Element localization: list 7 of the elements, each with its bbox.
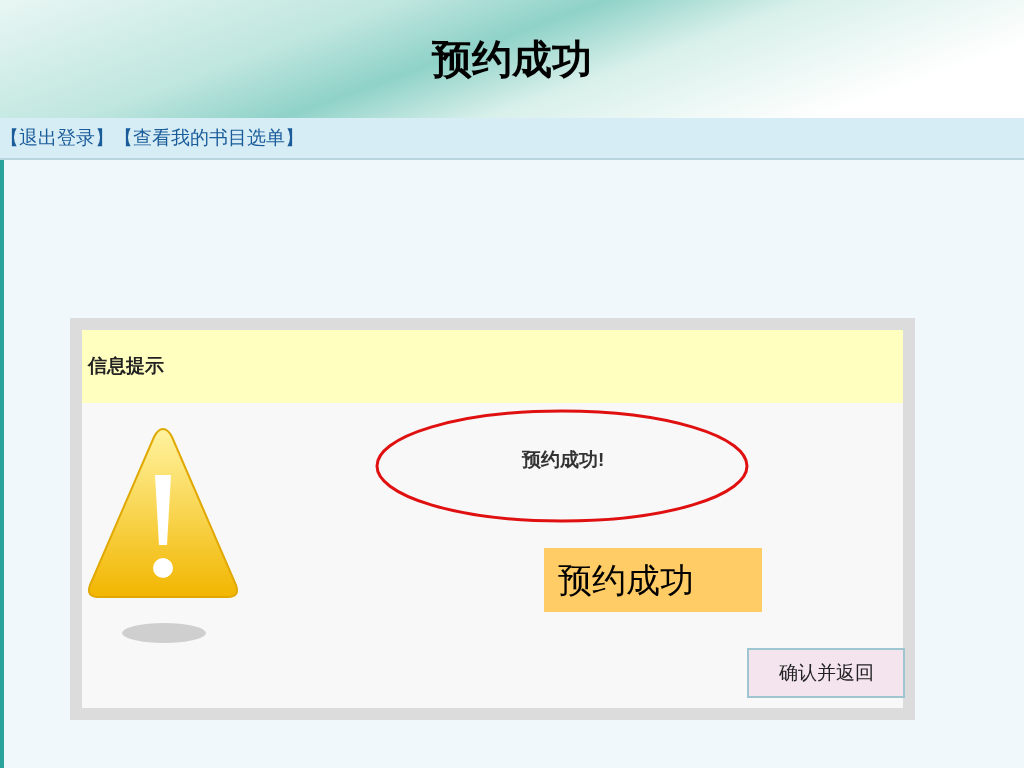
- slide-title: 预约成功: [432, 34, 592, 84]
- nav-link[interactable]: 【退出登录】: [0, 123, 114, 153]
- confirm-return-button[interactable]: 确认并返回: [747, 648, 905, 698]
- success-message: 预约成功!: [522, 448, 605, 472]
- dialog-title: 信息提示: [88, 354, 164, 379]
- callout-label: 预约成功: [544, 548, 762, 612]
- nav-link[interactable]: 【查看我的书目选单】: [114, 123, 304, 153]
